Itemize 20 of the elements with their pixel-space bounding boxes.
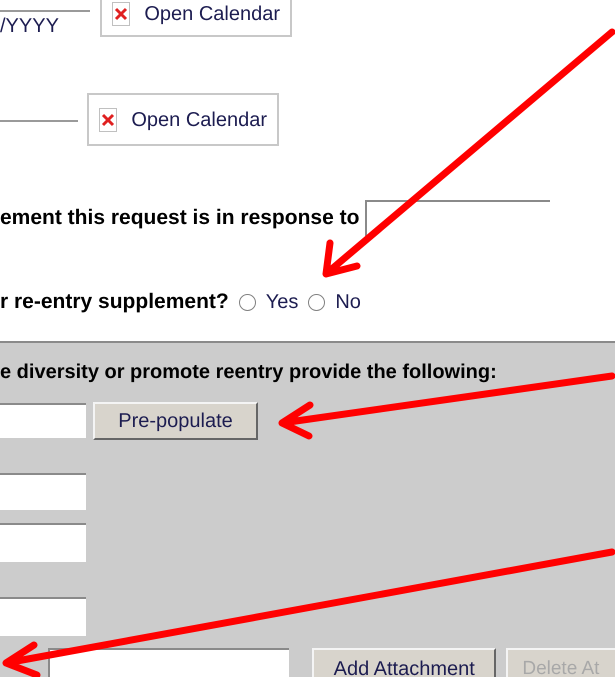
text-field[interactable] [0, 473, 86, 510]
field-label: ement this request is in response to [0, 205, 360, 232]
open-calendar-button[interactable]: Open Calendar [87, 93, 279, 146]
date-format-hint: /YYYY [0, 14, 60, 38]
open-calendar-button[interactable]: Open Calendar [100, 0, 292, 37]
announcement-field[interactable] [365, 200, 550, 236]
radio-label: Yes [266, 290, 298, 315]
broken-image-icon [99, 108, 118, 132]
pre-populate-button[interactable]: Pre-populate [93, 402, 258, 440]
text-field[interactable] [0, 523, 86, 562]
text-field[interactable] [0, 597, 86, 636]
radio-button[interactable] [308, 294, 326, 310]
attachment-field[interactable] [48, 648, 290, 677]
radio-button[interactable] [238, 294, 256, 310]
broken-image-icon [112, 2, 130, 26]
add-attachment-button[interactable]: Add Attachment [312, 648, 496, 677]
radio-label: No [335, 290, 361, 315]
section-heading: e diversity or promote reentry provide the following: [0, 360, 498, 384]
text-field[interactable] [0, 403, 86, 438]
question-label: r re-entry supplement? [0, 289, 229, 316]
